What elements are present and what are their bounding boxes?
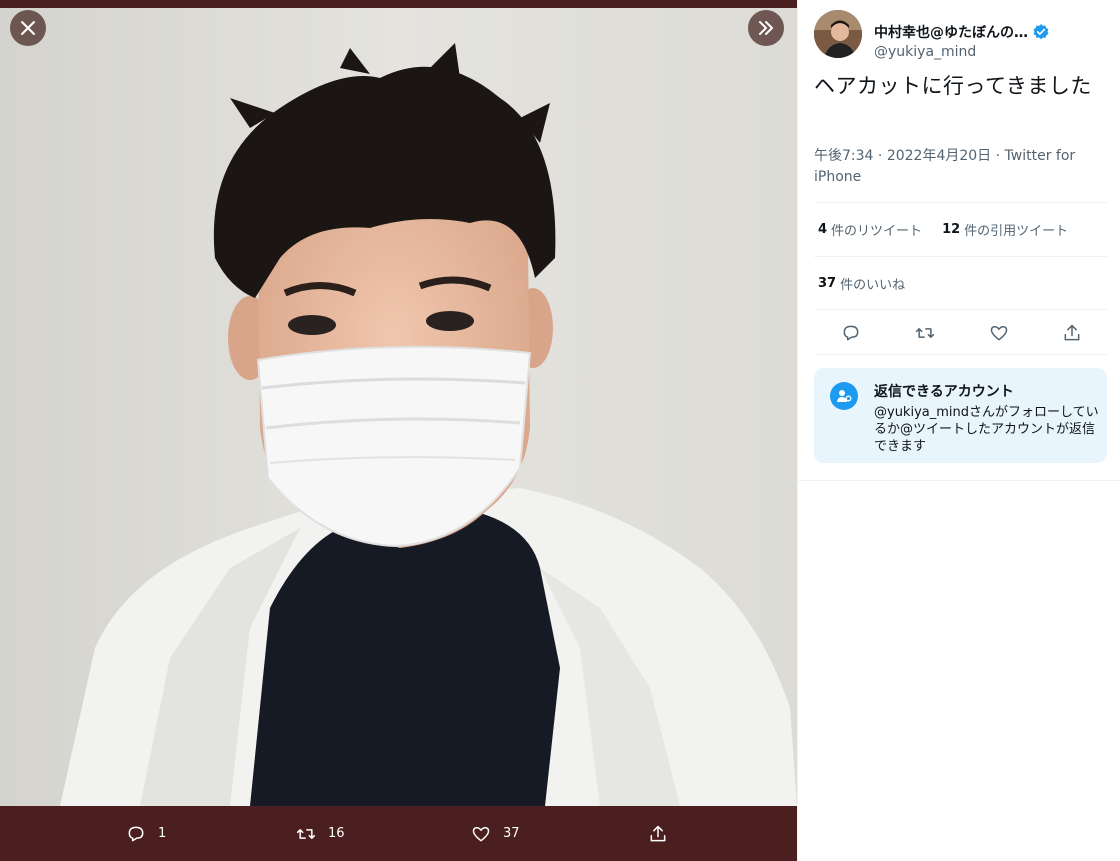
divider [814,202,1108,203]
likes-stat[interactable]: 37 件のいいね [818,274,905,293]
share-icon [1064,324,1080,341]
media-retweet-count: 16 [328,826,345,841]
divider [798,480,1120,481]
tweet-time[interactable]: 午後7:34 [814,148,873,164]
close-button[interactable] [10,10,46,46]
heart-icon [990,326,1008,341]
retweet-quote-stats: 4 件のリツイート 12 件の引用ツイート [818,220,1088,239]
close-icon [21,21,35,35]
retweets-label: 件のリツイート [831,224,923,239]
tweet-actions [814,318,1108,348]
retweet-icon [296,828,316,839]
tweet-meta: 午後7:34 · 2022年4月20日 · Twitter for iPhone [814,146,1104,188]
double-chevron-right-icon [759,21,773,35]
expand-panel-button[interactable] [748,10,784,46]
share-icon [650,825,666,841]
tweet-author: 中村幸也@ゆたぼんの… @yukiya_mind [814,10,1114,60]
media-like-button[interactable]: 37 [471,806,520,861]
media-reply-button[interactable]: 1 [126,806,166,861]
media-reply-count: 1 [158,826,167,841]
tweet-photo[interactable] [0,8,797,806]
like-button[interactable] [984,318,1014,348]
likes-count: 37 [818,276,837,291]
reply-restriction-description: @yukiya_mindさんがフォローしているか@ツイートしたアカウントが返信で… [874,405,1099,454]
user-at-icon [837,390,852,402]
retweets-stat[interactable]: 4 件のリツイート [818,220,922,239]
likes-label: 件のいいね [840,278,906,293]
divider [814,354,1108,355]
quotes-stat[interactable]: 12 件の引用ツイート [942,220,1068,239]
tweet-detail-panel: 中村幸也@ゆたぼんの… @yukiya_mind ヘアカットに行ってきました 午… [797,0,1120,861]
reply-icon [128,826,144,841]
reply-restriction-icon-wrap [830,382,858,410]
avatar[interactable] [814,10,862,58]
tweet-date[interactable]: 2022年4月20日 [887,148,991,164]
media-retweet-button[interactable]: 16 [296,806,345,861]
divider [814,309,1108,310]
divider [814,256,1108,257]
tweet-text: ヘアカットに行ってきました [814,74,1092,98]
media-action-bar: 1 16 37 [0,806,797,861]
verified-badge-icon [1033,24,1049,40]
retweet-icon [915,328,935,338]
author-name-row: 中村幸也@ゆたぼんの… [874,22,1114,42]
media-share-button[interactable] [648,806,680,861]
media-like-count: 37 [503,826,520,841]
heart-icon [472,826,490,841]
meta-separator: · [991,148,1005,164]
likes-stats: 37 件のいいね [818,274,925,293]
share-button[interactable] [1057,318,1087,348]
reply-icon [843,325,859,341]
retweets-count: 4 [818,222,828,237]
media-viewer: 1 16 37 [0,0,797,861]
reply-restriction-notice: 返信できるアカウント @yukiya_mindさんがフォローしているか@ツイート… [814,368,1107,463]
reply-button[interactable] [836,318,866,348]
author-display-name[interactable]: 中村幸也@ゆたぼんの… [874,22,1028,42]
quotes-label: 件の引用ツイート [964,224,1069,239]
quotes-count: 12 [942,222,961,237]
viewer-top-strip [0,0,797,8]
meta-separator: · [873,148,887,164]
author-handle[interactable]: @yukiya_mind [874,44,976,60]
reply-restriction-title: 返信できるアカウント [874,384,1014,400]
retweet-button[interactable] [910,318,940,348]
